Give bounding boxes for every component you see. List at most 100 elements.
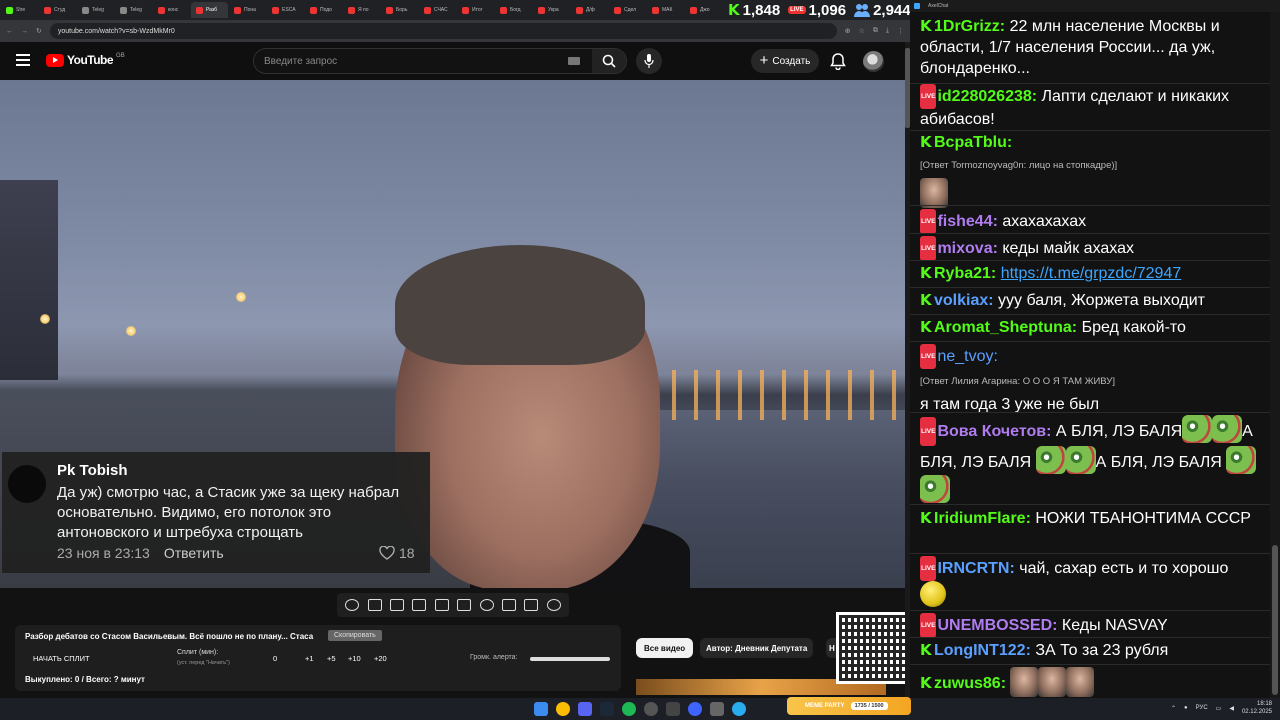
browser-tab[interactable]: Пона [229, 2, 266, 18]
account-avatar[interactable] [863, 51, 884, 72]
screen-watch-icon[interactable] [389, 599, 404, 611]
url-field[interactable]: youtube.com/watch?v=sb-WzdMkMr0 [49, 23, 837, 39]
browser-tab[interactable]: Богд [495, 2, 532, 18]
chip-author[interactable]: Автор: Дневник Депутата [700, 638, 814, 658]
split-add-5-button[interactable]: +5 [327, 654, 336, 663]
telegram-icon[interactable] [732, 702, 746, 716]
reload-icon[interactable]: ↻ [36, 27, 42, 35]
player-icon[interactable] [688, 702, 702, 716]
comment-avatar [8, 465, 46, 503]
volume-icon[interactable]: ◀ [1229, 705, 1234, 712]
divider [910, 664, 1270, 665]
film-icon[interactable] [434, 599, 449, 611]
browser-tab[interactable]: Итог [457, 2, 494, 18]
split-add-10-button[interactable]: +10 [348, 654, 361, 663]
broadcast-icon[interactable] [367, 599, 382, 611]
emote-face-icon [1010, 667, 1039, 697]
chat-username[interactable]: LongINT122 [934, 642, 1026, 659]
download-icon[interactable]: ⤓ [886, 27, 889, 35]
keyboard-icon[interactable] [568, 57, 580, 65]
split-add-20-button[interactable]: +20 [374, 654, 387, 663]
chat-username[interactable]: BcpaTblu [934, 134, 1007, 151]
browser-tab[interactable]: Я по [343, 2, 380, 18]
copy-button[interactable]: Скопировать [328, 630, 382, 641]
clock[interactable]: 18:18 02.12.2025 [1242, 700, 1272, 716]
browser-menu-icon[interactable]: ⋮ [897, 27, 904, 35]
browser-tab[interactable]: Подо [305, 2, 342, 18]
network-icon[interactable]: ▭ [1216, 705, 1222, 712]
chat-username[interactable]: id228026238 [937, 88, 1031, 105]
youtube-logo[interactable]: YouTube GB [46, 53, 125, 67]
chat-username[interactable]: volkiax [934, 292, 988, 309]
chevron-up-icon[interactable]: ⌃ [1171, 705, 1176, 712]
chat-username[interactable]: mixova [937, 240, 992, 257]
chat-username[interactable]: fishe44 [937, 213, 992, 230]
start-split-button[interactable]: НАЧАТЬ СПЛИТ [33, 654, 90, 663]
spotify-icon[interactable] [622, 702, 636, 716]
browser-tab[interactable]: Джо [685, 2, 722, 18]
split-add-1-button[interactable]: +1 [305, 654, 314, 663]
zoom-icon[interactable]: ⊕ [845, 27, 851, 35]
browser-tab[interactable]: Teleg [115, 2, 152, 18]
create-button[interactable]: + Создать [751, 49, 819, 73]
search-button[interactable] [592, 49, 626, 73]
browser-address-bar: ← → ↻ youtube.com/watch?v=sb-WzdMkMr0 ⊕ … [0, 20, 910, 42]
pepe-emote-icon [1182, 415, 1213, 443]
camera-icon[interactable] [524, 599, 539, 611]
alert-volume-slider[interactable] [530, 657, 610, 661]
chat-scrollbar-thumb[interactable] [1272, 545, 1278, 695]
clip-icon[interactable] [412, 599, 427, 611]
chat-username[interactable]: IridiumFlare [934, 510, 1026, 527]
chat-message: K BcpaTblu: [Ответ Tormoznoyvag0n: лицо н… [920, 132, 1262, 208]
language-indicator[interactable]: РУС [1196, 705, 1208, 711]
plus-icon: + [759, 52, 769, 69]
browser-tab[interactable]: Разб [191, 2, 228, 18]
settings-gear-icon[interactable] [546, 599, 561, 611]
start-icon[interactable] [534, 702, 548, 716]
mic-tray-icon[interactable]: ● [1184, 705, 1188, 711]
browser-tab[interactable]: СЧАС [419, 2, 456, 18]
speed-gauge-icon[interactable] [479, 599, 494, 611]
comment-likes[interactable]: 18 [379, 545, 415, 561]
extensions-icon[interactable]: ⧉ [873, 27, 878, 35]
chat-text: Бред какой-то [1081, 319, 1186, 336]
browser-tab[interactable]: конс [153, 2, 190, 18]
browser-tab[interactable]: Студ [39, 2, 76, 18]
chat-username[interactable]: Ryba21 [934, 265, 991, 282]
back-icon[interactable]: ← [6, 28, 13, 35]
chat-username[interactable]: ne_tvoy [937, 348, 993, 365]
browser-tab[interactable]: Сдел [609, 2, 646, 18]
forward-icon[interactable]: → [21, 28, 28, 35]
chat-username[interactable]: UNEMBOSSED [937, 617, 1052, 634]
browser-tab[interactable]: Stre [1, 2, 38, 18]
chat-username[interactable]: zuwus86 [934, 675, 1001, 692]
chip-all-videos[interactable]: Все видео [636, 638, 694, 658]
obs-icon[interactable] [644, 702, 658, 716]
chat-username[interactable]: Aromat_Sheptuna [934, 319, 1072, 336]
browser-tab[interactable]: Борь [381, 2, 418, 18]
browser-tab[interactable]: ESCA [267, 2, 304, 18]
browser-tab[interactable]: Д/ф [571, 2, 608, 18]
chrome-icon[interactable] [556, 702, 570, 716]
voice-search-button[interactable] [636, 48, 662, 74]
star-icon[interactable]: ☆ [859, 27, 865, 35]
chat-username[interactable]: IRNCRTN [937, 560, 1009, 577]
video-player[interactable]: Pk Tobish Да уж) смотрю час, а Стасик уж… [0, 80, 905, 588]
hamburger-menu-icon[interactable] [16, 54, 30, 66]
subtitles-icon[interactable] [457, 599, 472, 611]
comment-reply-button[interactable]: Ответить [164, 545, 224, 561]
browser-tab[interactable]: Teleg [77, 2, 114, 18]
app-icon[interactable] [666, 702, 680, 716]
comment-like-count: 18 [399, 545, 415, 561]
browser-tab[interactable]: МАК [647, 2, 684, 18]
notifications-bell-icon[interactable] [829, 52, 847, 70]
loop-icon[interactable] [345, 599, 360, 611]
app-icon[interactable] [710, 702, 724, 716]
steam-icon[interactable] [600, 702, 614, 716]
add-clip-icon[interactable] [501, 599, 516, 611]
chat-username[interactable]: Вова Кочетов [937, 423, 1046, 440]
discord-icon[interactable] [578, 702, 592, 716]
chat-link[interactable]: https://t.me/grpzdc/72947 [1001, 265, 1182, 282]
browser-tab[interactable]: Укра [533, 2, 570, 18]
chat-username[interactable]: 1DrGrizz [934, 18, 1000, 35]
